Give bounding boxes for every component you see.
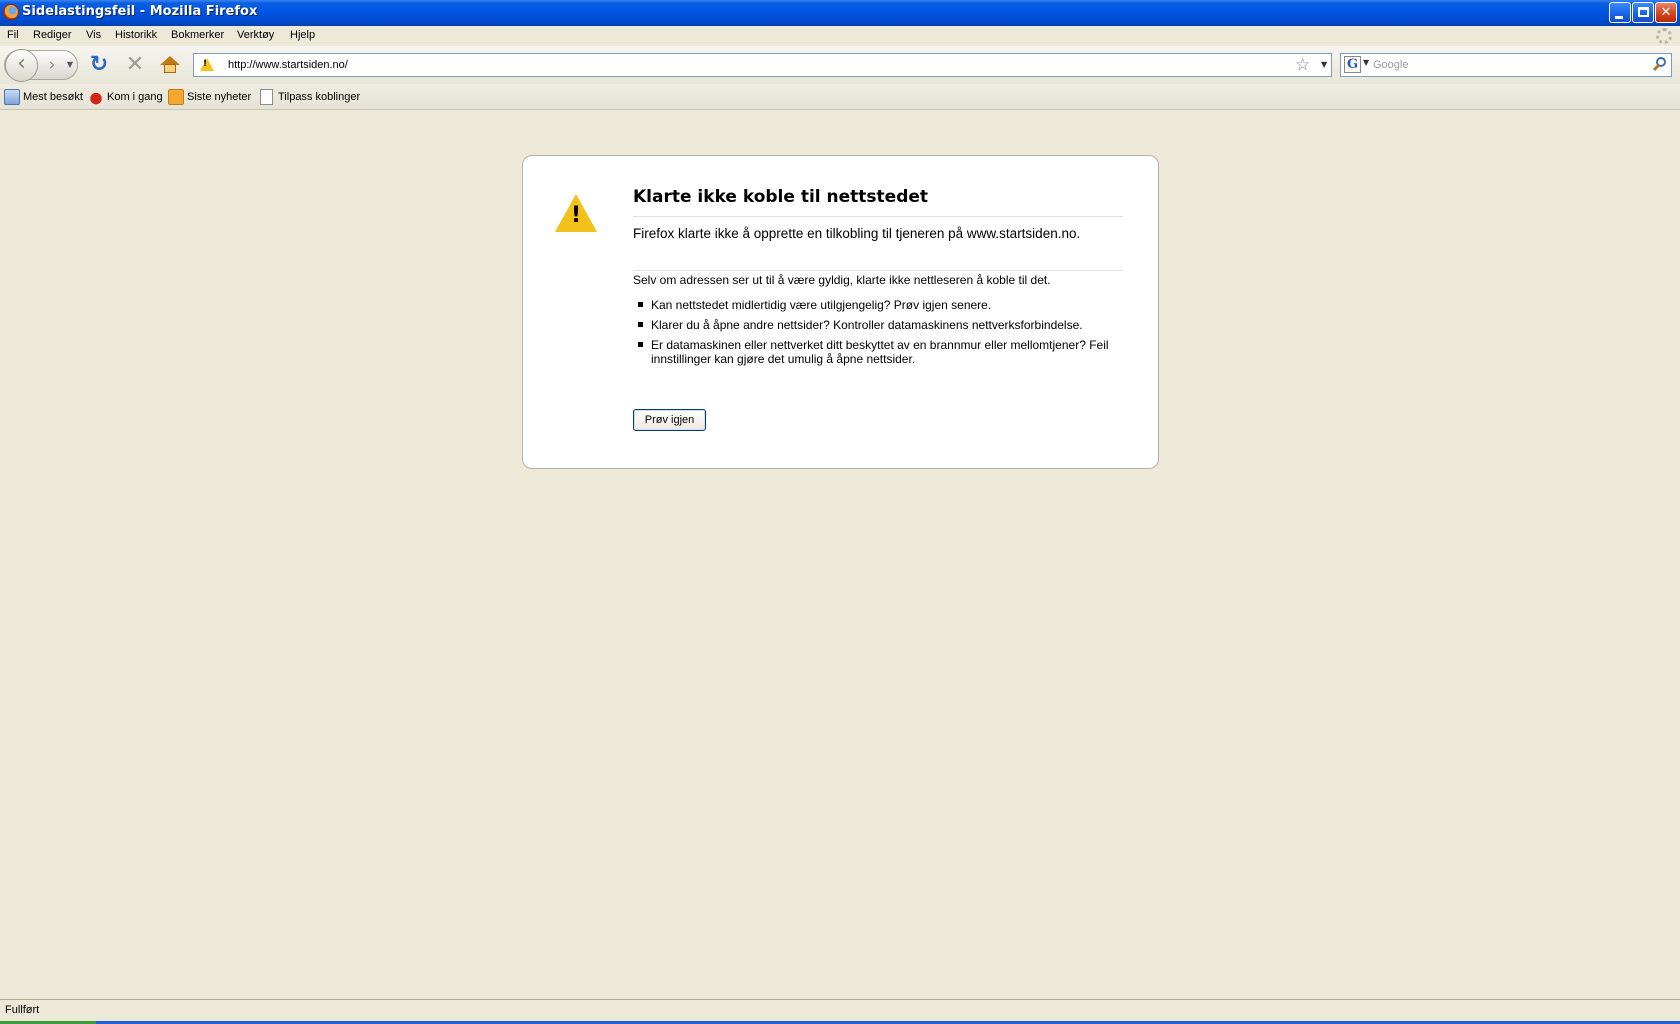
list-item: Klarer du å åpne andre nettsider? Kontro… [638, 318, 1123, 332]
home-button[interactable] [160, 56, 180, 74]
status-bar: Fullført [0, 999, 1680, 1021]
minimize-icon [1615, 16, 1623, 19]
google-logo-icon[interactable]: G [1344, 56, 1361, 73]
rss-feed-icon [168, 89, 184, 105]
page-content: ! Klarte ikke koble til nettstedet Firef… [0, 111, 1680, 999]
engine-dropdown-icon[interactable]: ▼ [1363, 58, 1369, 67]
search-button[interactable] [1651, 56, 1669, 74]
bookmarks-toolbar: Mest besøkt Kom i gang Siste nyheter Til… [0, 84, 1680, 110]
bookmark-star-icon[interactable]: ☆ [1295, 54, 1310, 76]
error-suggestions-list: Kan nettstedet midlertidig være utilgjen… [633, 298, 1123, 366]
stop-icon: ✕ [125, 52, 145, 77]
forward-icon: › [48, 55, 56, 75]
menu-file[interactable]: Fil [7, 29, 19, 41]
list-item: Kan nettstedet midlertidig være utilgjen… [638, 298, 1123, 312]
navigation-toolbar: ‹ › ▼ ↻ ✕ ! http://www.startsiden.no/ ☆ … [0, 46, 1680, 84]
minimize-button[interactable] [1609, 2, 1631, 23]
activity-throbber-icon [1656, 28, 1672, 44]
back-button[interactable]: ‹ [5, 49, 38, 82]
paw-icon [88, 89, 104, 105]
menu-bookmarks[interactable]: Bokmerker [171, 29, 224, 41]
menu-history[interactable]: Historikk [115, 29, 157, 41]
chevron-down-icon: ▼ [66, 60, 74, 69]
site-warning-mark: ! [203, 59, 208, 69]
menu-edit[interactable]: Rediger [33, 29, 72, 41]
list-item: Er datamaskinen eller nettverket ditt be… [638, 338, 1123, 366]
url-text[interactable]: http://www.startsiden.no/ [228, 59, 348, 71]
bookmark-label: Tilpass koblinger [278, 91, 361, 103]
bookmark-label: Kom i gang [107, 91, 163, 103]
history-dropdown-button[interactable]: ▼ [66, 58, 74, 72]
home-icon-body [164, 64, 176, 73]
menu-help[interactable]: Hjelp [290, 29, 315, 41]
menu-view[interactable]: Vis [86, 29, 101, 41]
maximize-button[interactable] [1632, 2, 1654, 23]
window-titlebar[interactable]: Sidelastingsfeil - Mozilla Firefox ✕ [0, 0, 1680, 26]
address-bar[interactable]: ! http://www.startsiden.no/ ☆ ▼ [193, 53, 1332, 77]
window-title: Sidelastingsfeil - Mozilla Firefox [22, 4, 258, 19]
search-input[interactable] [1373, 56, 1633, 74]
smart-folder-icon [4, 89, 20, 105]
back-icon: ‹ [17, 51, 26, 76]
bookmark-label: Mest besøkt [23, 91, 83, 103]
url-history-dropdown[interactable]: ▼ [1321, 56, 1327, 74]
error-page-container: ! Klarte ikke koble til nettstedet Firef… [522, 155, 1159, 469]
error-title: Klarte ikke koble til nettstedet [633, 187, 1123, 217]
close-button[interactable]: ✕ [1655, 2, 1677, 23]
menu-bar: Fil Rediger Vis Historikk Bokmerker Verk… [0, 26, 1680, 46]
reload-button[interactable]: ↻ [89, 52, 109, 77]
forward-button[interactable]: › [43, 55, 61, 75]
page-icon [260, 89, 273, 105]
stop-button[interactable]: ✕ [125, 52, 145, 77]
close-icon: ✕ [1660, 5, 1672, 20]
error-intro: Selv om adressen ser ut til å være gyldi… [633, 273, 1051, 287]
bookmark-label: Siste nyheter [187, 91, 252, 103]
reload-icon: ↻ [89, 52, 109, 77]
menu-tools[interactable]: Verktøy [237, 29, 274, 41]
warning-icon: ! [555, 194, 599, 234]
search-icon-handle [1652, 63, 1661, 72]
firefox-logo-icon [3, 4, 19, 20]
error-short-description: Firefox klarte ikke å opprette en tilkob… [633, 226, 1123, 271]
try-again-button[interactable]: Prøv igjen [633, 409, 706, 431]
search-bar: G ▼ [1340, 53, 1672, 77]
maximize-icon [1638, 7, 1649, 17]
warning-exclamation: ! [571, 203, 582, 228]
status-text: Fullført [5, 1004, 40, 1016]
error-long-description: Selv om adressen ser ut til å være gyldi… [633, 273, 1123, 372]
